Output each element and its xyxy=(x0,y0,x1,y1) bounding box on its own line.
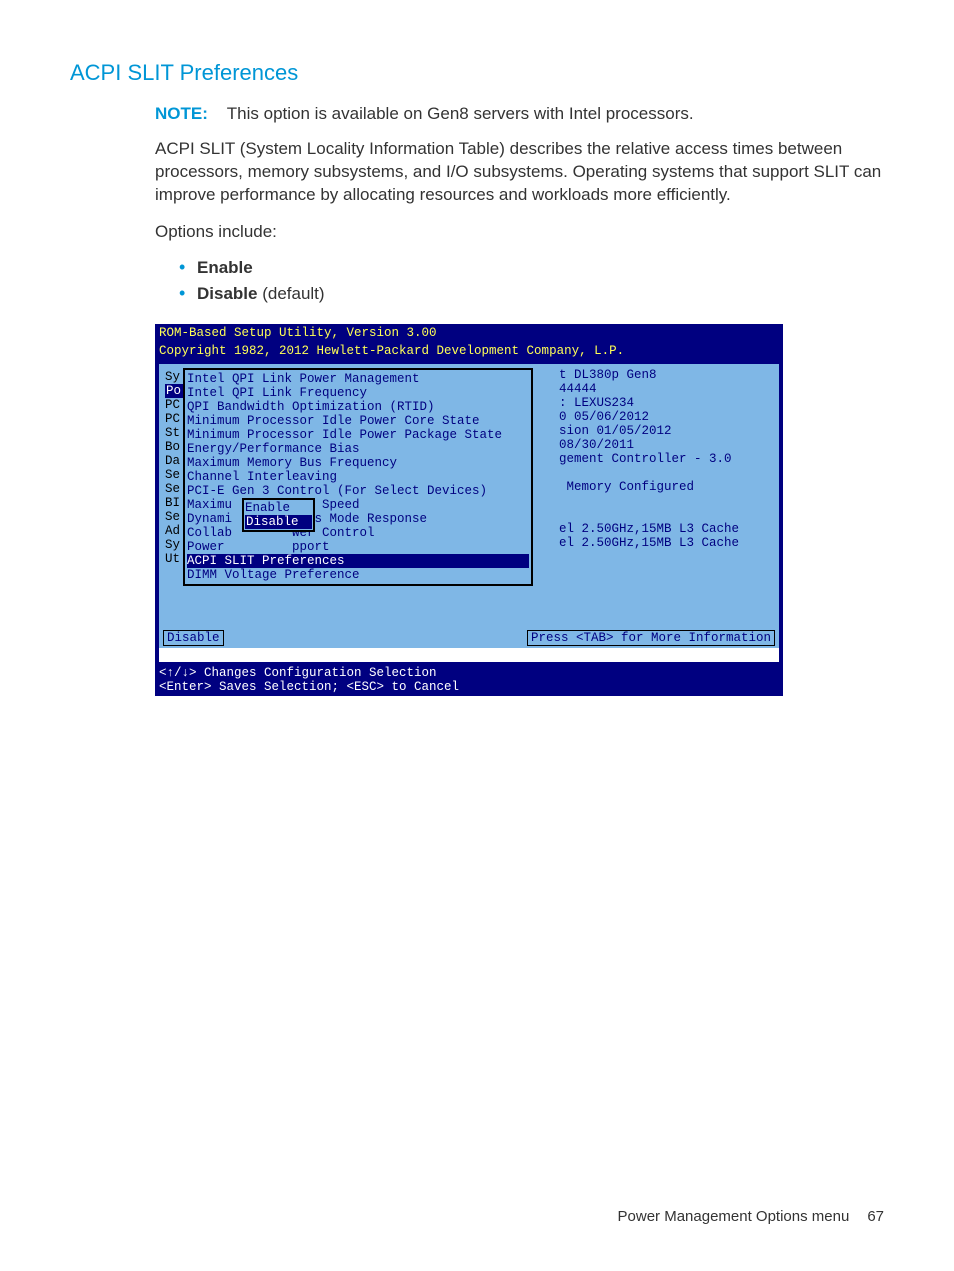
info-line: Memory Configured xyxy=(559,480,769,494)
menu-item[interactable]: Energy/Performance Bias xyxy=(187,442,529,456)
info-line xyxy=(559,508,769,522)
bios-header-2: Copyright 1982, 2012 Hewlett-Packard Dev… xyxy=(159,344,624,358)
option-disable-suffix: (default) xyxy=(257,284,324,303)
menu-item[interactable]: QPI Bandwidth Optimization (RTID) xyxy=(187,400,529,414)
menu-item[interactable]: Collab wer Control xyxy=(187,526,529,540)
bios-left-labels: Sy Po PC PC St Bo Da Se Se BI Se Ad Sy U… xyxy=(165,370,183,566)
left-label: Se xyxy=(165,468,183,482)
left-label: PC xyxy=(165,412,183,426)
info-line: 0 05/06/2012 xyxy=(559,410,769,424)
options-intro: Options include: xyxy=(155,221,884,244)
option-enable: Enable xyxy=(179,258,884,278)
menu-item[interactable]: Minimum Processor Idle Power Package Sta… xyxy=(187,428,529,442)
menu-item[interactable]: Power pport xyxy=(187,540,529,554)
section-title: ACPI SLIT Preferences xyxy=(70,60,884,86)
option-disable-label: Disable xyxy=(197,284,257,303)
menu-item[interactable]: Dynami ings Mode Response xyxy=(187,512,529,526)
left-label: Sy xyxy=(165,370,183,384)
info-line: el 2.50GHz,15MB L3 Cache xyxy=(559,536,769,550)
info-line xyxy=(559,466,769,480)
note-text: This option is available on Gen8 servers… xyxy=(227,104,694,123)
info-line: el 2.50GHz,15MB L3 Cache xyxy=(559,522,769,536)
left-label: PC xyxy=(165,398,183,412)
menu-item[interactable]: PCI-E Gen 3 Control (For Select Devices) xyxy=(187,484,529,498)
info-line: t DL380p Gen8 xyxy=(559,368,769,382)
option-disable: Disable (default) xyxy=(179,284,884,304)
menu-item-selected[interactable]: ACPI SLIT Preferences xyxy=(187,554,529,568)
note-line: NOTE: This option is available on Gen8 s… xyxy=(155,104,884,124)
popup-option-enable[interactable]: Enable xyxy=(245,501,312,515)
bios-footer-line-1: <↑/↓> Changes Configuration Selection xyxy=(159,666,779,680)
option-enable-label: Enable xyxy=(197,258,253,277)
left-label: Bo xyxy=(165,440,183,454)
left-label: Da xyxy=(165,454,183,468)
bios-screenshot: ROM-Based Setup Utility, Version 3.00 Co… xyxy=(155,324,783,696)
status-hint: Press <TAB> for More Information xyxy=(527,630,775,646)
left-label-selected: Po xyxy=(165,384,183,398)
menu-item[interactable]: Maximum Memory Bus Frequency xyxy=(187,456,529,470)
note-label: NOTE: xyxy=(155,104,208,123)
left-label: Ad xyxy=(165,524,183,538)
menu-item[interactable]: Maximu ess Speed xyxy=(187,498,529,512)
bios-blank-row xyxy=(159,648,779,662)
description-paragraph: ACPI SLIT (System Locality Information T… xyxy=(155,138,884,207)
page-footer: Power Management Options menu 67 xyxy=(618,1208,884,1225)
info-line: : LEXUS234 xyxy=(559,396,769,410)
left-label: St xyxy=(165,426,183,440)
footer-page-number: 67 xyxy=(867,1208,884,1225)
bios-popup: Enable Disable xyxy=(242,498,315,532)
bios-footer: <↑/↓> Changes Configuration Selection <E… xyxy=(155,662,783,696)
left-label: Sy xyxy=(165,538,183,552)
popup-option-disable-selected[interactable]: Disable xyxy=(245,515,312,529)
options-list: Enable Disable (default) xyxy=(155,258,884,304)
bios-menu-box: Intel QPI Link Power Management Intel QP… xyxy=(183,368,533,586)
bios-main-area: Sy Po PC PC St Bo Da Se Se BI Se Ad Sy U… xyxy=(159,364,779,628)
info-line: 08/30/2011 xyxy=(559,438,769,452)
bios-status-row: Disable Press <TAB> for More Information xyxy=(159,628,779,648)
left-label: Ut xyxy=(165,552,183,566)
bios-footer-line-2: <Enter> Saves Selection; <ESC> to Cancel xyxy=(159,680,779,694)
menu-item[interactable]: DIMM Voltage Preference xyxy=(187,568,529,582)
left-label: Se xyxy=(165,510,183,524)
info-line: sion 01/05/2012 xyxy=(559,424,769,438)
menu-item[interactable]: Intel QPI Link Power Management xyxy=(187,372,529,386)
bios-info-column: t DL380p Gen8 44444 : LEXUS234 0 05/06/2… xyxy=(559,368,769,550)
info-line: gement Controller - 3.0 xyxy=(559,452,769,466)
bios-header-1: ROM-Based Setup Utility, Version 3.00 xyxy=(159,326,437,340)
menu-item[interactable]: Minimum Processor Idle Power Core State xyxy=(187,414,529,428)
info-line: 44444 xyxy=(559,382,769,396)
status-current-value: Disable xyxy=(163,630,224,646)
menu-item[interactable]: Intel QPI Link Frequency xyxy=(187,386,529,400)
info-line xyxy=(559,494,769,508)
footer-label: Power Management Options menu xyxy=(618,1208,850,1225)
menu-item[interactable]: Channel Interleaving xyxy=(187,470,529,484)
left-label: BI xyxy=(165,496,183,510)
left-label: Se xyxy=(165,482,183,496)
